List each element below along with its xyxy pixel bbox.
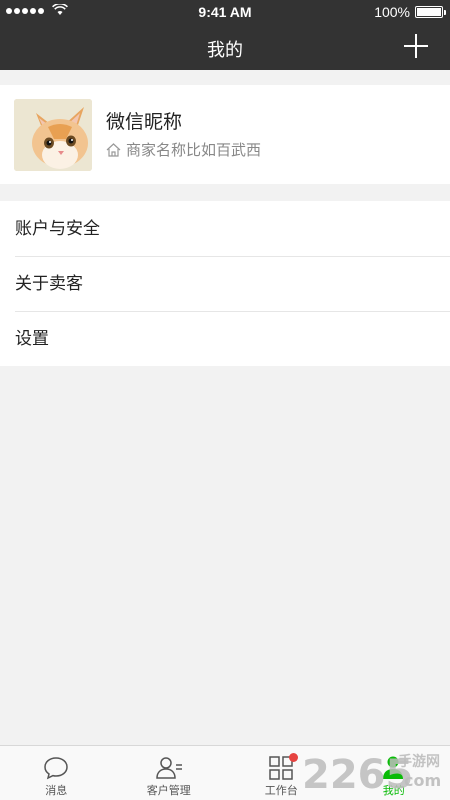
menu-item-label: 账户与安全	[15, 219, 100, 238]
tab-label: 工作台	[264, 785, 298, 797]
cat-avatar-image	[14, 99, 92, 171]
tab-messages[interactable]: 消息	[0, 746, 113, 800]
battery-icon	[415, 6, 446, 18]
avatar	[14, 99, 92, 171]
tab-label: 我的	[382, 785, 405, 797]
menu-item-account-security[interactable]: 账户与安全	[0, 201, 450, 256]
chat-bubble-icon	[44, 757, 69, 780]
menu-item-label: 关于卖客	[15, 274, 83, 293]
shop-name-row: 商家名称比如百武西	[106, 139, 261, 160]
top-bar: 9:41 AM 100% 我的	[0, 0, 450, 70]
profile-card[interactable]: 微信昵称 商家名称比如百武西	[0, 85, 450, 184]
settings-menu: 账户与安全 关于卖客 设置	[0, 201, 450, 366]
shop-name: 商家名称比如百武西	[126, 142, 262, 159]
tab-me[interactable]: 我的	[338, 746, 450, 800]
customer-icon	[155, 757, 182, 779]
page-title: 我的	[207, 40, 243, 60]
notification-badge	[289, 753, 298, 762]
tab-customers[interactable]: 客户管理	[113, 746, 226, 800]
tab-workbench[interactable]: 工作台	[225, 746, 338, 800]
person-icon	[382, 756, 403, 779]
nickname: 微信昵称	[106, 112, 183, 133]
battery-percent: 100%	[374, 4, 410, 20]
tab-bar: 消息 客户管理 工作台 我的	[0, 745, 450, 800]
tab-label: 消息	[45, 785, 68, 797]
menu-item-settings[interactable]: 设置	[0, 311, 450, 366]
status-bar: 9:41 AM 100%	[0, 0, 450, 24]
menu-item-about[interactable]: 关于卖客	[0, 256, 450, 311]
plus-icon[interactable]	[404, 34, 428, 58]
home-icon	[106, 142, 121, 157]
menu-item-label: 设置	[15, 329, 49, 348]
tab-label: 客户管理	[146, 785, 191, 797]
